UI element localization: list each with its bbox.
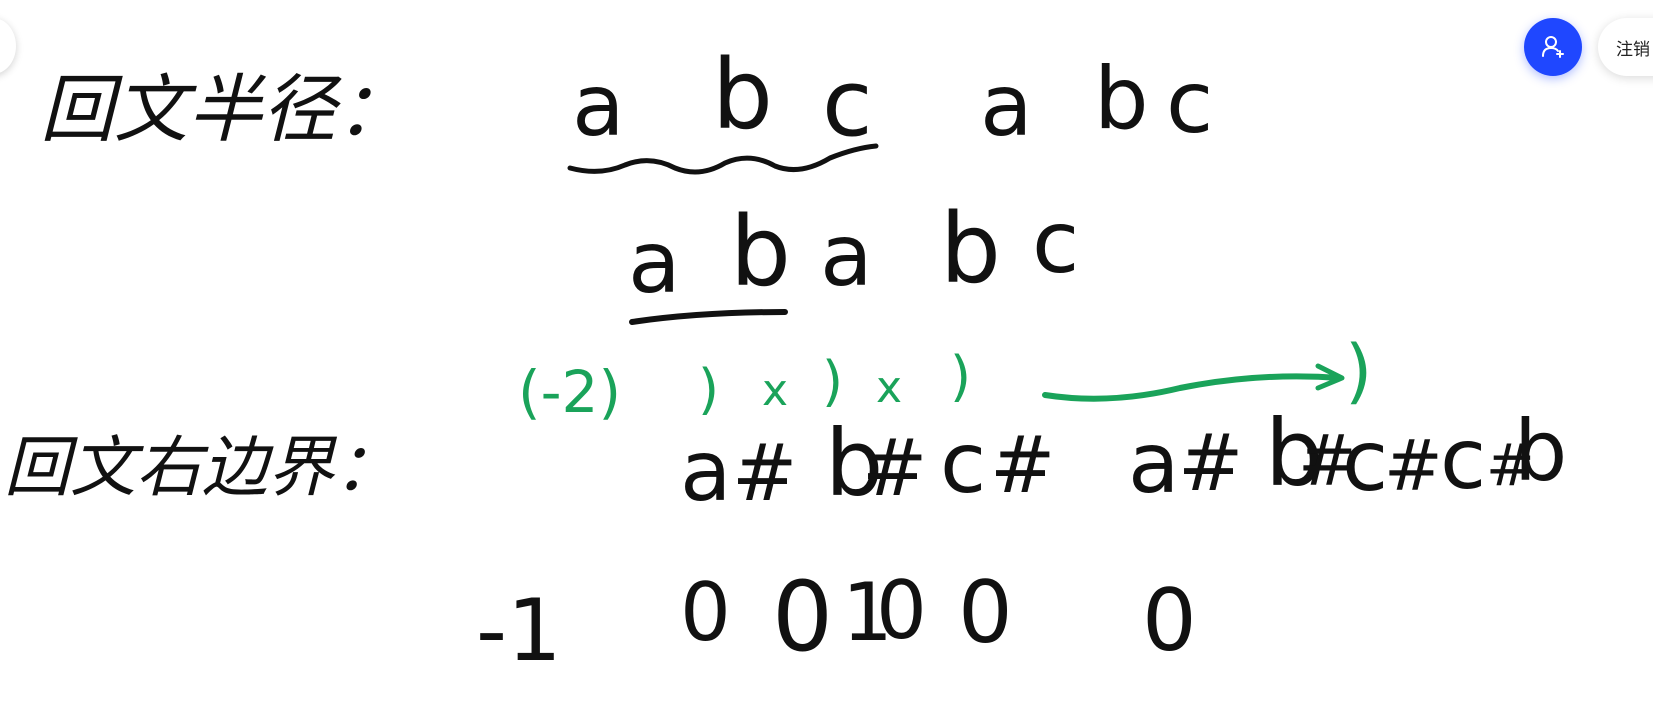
char: # <box>732 429 797 519</box>
char-2: b <box>730 196 791 308</box>
underline <box>629 309 788 325</box>
processed-string: a # b # c # a # b # c # c # b <box>680 400 1567 520</box>
char-3: a <box>820 206 873 306</box>
whiteboard-drawing[interactable]: 回文半径： a b c a b c a b a b c (-2) ) x ) x… <box>0 0 1653 722</box>
char: # <box>1178 419 1243 509</box>
green-arrow <box>1042 373 1343 402</box>
annotation-mark: ) <box>698 358 719 421</box>
char: b <box>1514 402 1567 500</box>
annotation-mark: ) <box>950 345 971 408</box>
example-string-1: a b c a b c <box>572 39 1213 157</box>
char-3: c <box>822 50 873 157</box>
whiteboard-canvas[interactable]: 回文半径： a b c a b c a b a b c (-2) ) x ) x… <box>0 0 1653 722</box>
char: c <box>940 414 986 512</box>
value: -1 <box>476 581 562 681</box>
boundary-values: -1 0 0 1 0 0 0 <box>476 561 1197 681</box>
char: a <box>680 422 731 520</box>
char: c <box>1342 412 1388 510</box>
annotation-mark: x <box>876 362 902 413</box>
char-5: b <box>1094 49 1149 149</box>
add-user-icon <box>1542 36 1564 58</box>
value: 0 <box>1142 571 1197 671</box>
char-2: b <box>712 39 773 151</box>
heading-boundary: 回文右边界： <box>4 429 400 506</box>
value: 0 <box>680 566 731 659</box>
annotation-mark: x <box>762 365 788 416</box>
char-4: a <box>980 56 1033 156</box>
heading-radius: 回文半径： <box>40 67 410 153</box>
char-6: c <box>1166 53 1213 153</box>
annotation-mark: ) <box>1345 330 1372 412</box>
char-4: b <box>940 193 1001 305</box>
annotation-mark: ) <box>822 350 843 413</box>
value: 0 <box>876 564 927 657</box>
char: # <box>862 424 927 514</box>
logout-button[interactable]: 注销 <box>1598 18 1653 76</box>
char-1: a <box>572 56 625 156</box>
char: # <box>990 421 1055 511</box>
add-user-button[interactable] <box>1524 18 1582 76</box>
value: 0 <box>772 561 833 673</box>
example-string-2: a b a b c <box>628 193 1079 313</box>
annotation-mark: (-2) <box>518 358 621 426</box>
char: c <box>1440 410 1486 508</box>
char-1: a <box>628 213 681 313</box>
char: a <box>1128 414 1179 512</box>
logout-label: 注销 <box>1616 39 1650 59</box>
value: 0 <box>958 563 1013 663</box>
char-5: c <box>1032 193 1079 293</box>
char: # <box>1384 425 1443 507</box>
